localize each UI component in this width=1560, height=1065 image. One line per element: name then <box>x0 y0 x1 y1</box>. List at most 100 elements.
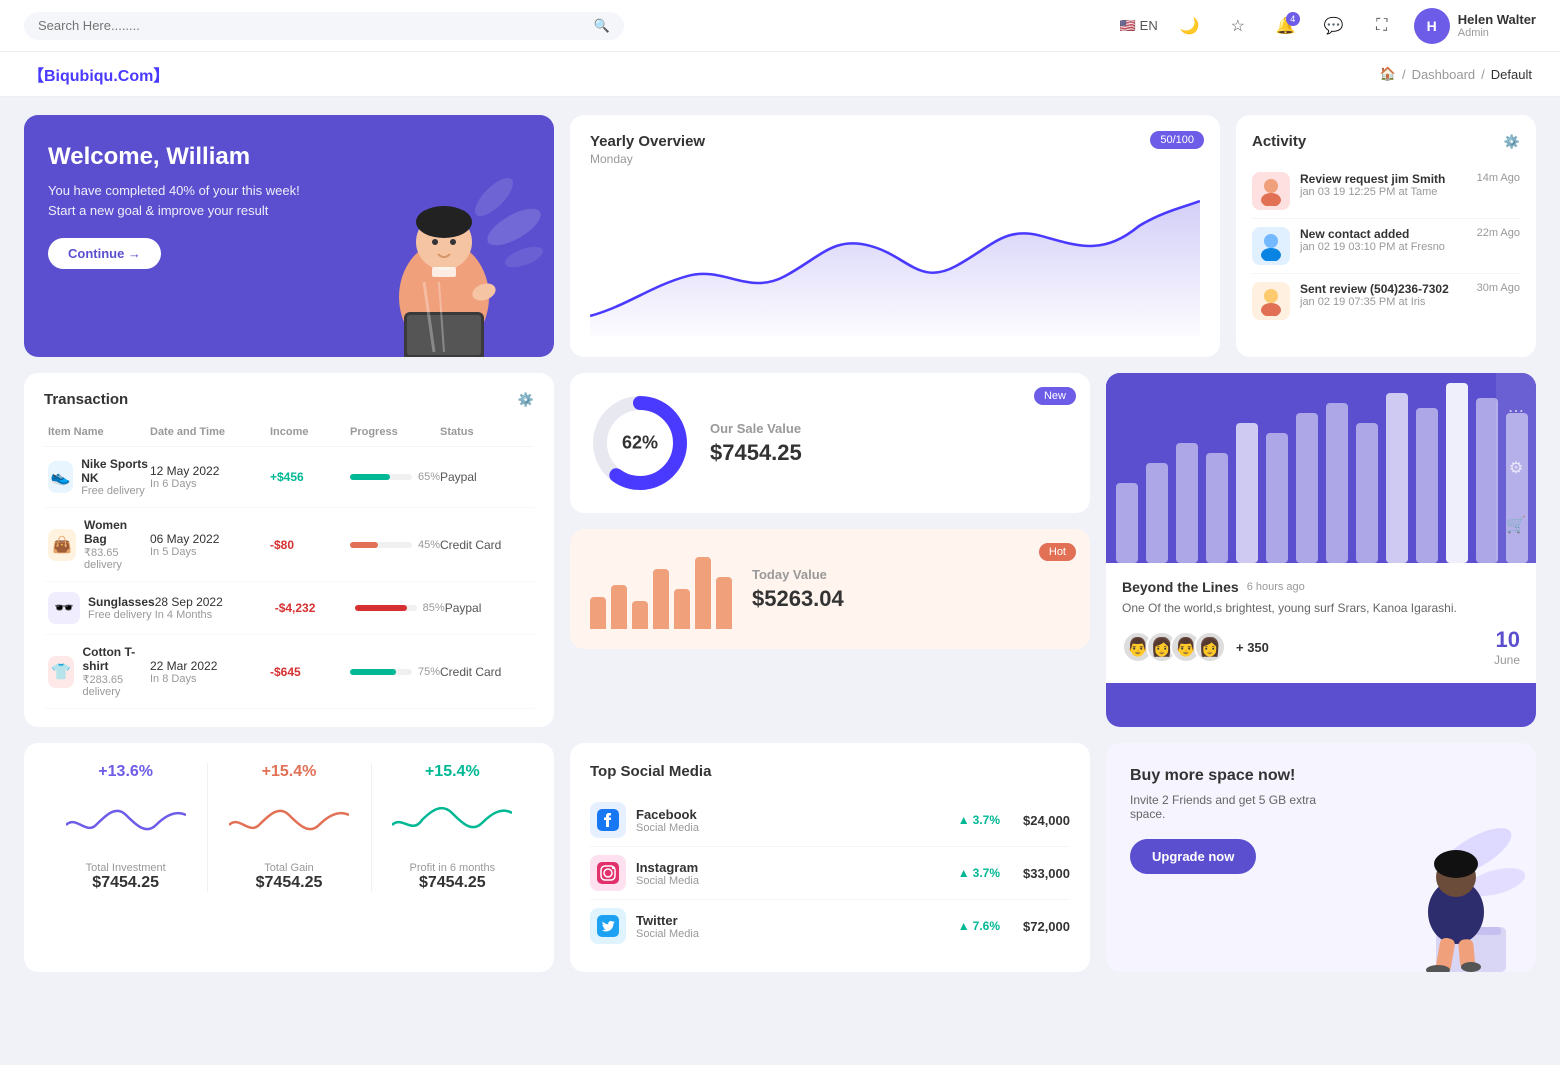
item-name-2: Women Bag <box>84 518 150 546</box>
beyond-card: ⋯ ⚙ 🛒 Beyond the Lines 6 hours ago One O… <box>1106 373 1536 727</box>
activity-list: Review request jim Smith jan 03 19 12:25… <box>1252 164 1520 328</box>
activity-title: Activity <box>1252 133 1306 150</box>
user-menu[interactable]: H Helen Walter Admin <box>1414 8 1536 44</box>
upgrade-button[interactable]: Upgrade now <box>1130 839 1256 874</box>
social-item-instagram: Instagram Social Media ▲ 3.7% $33,000 <box>590 847 1070 900</box>
yearly-title: Yearly Overview <box>590 133 1200 150</box>
item-name-3: Sunglasses <box>88 595 155 609</box>
notification-icon[interactable]: 🔔 4 <box>1270 10 1302 42</box>
stat-wave-1 <box>66 795 186 845</box>
breadcrumb-default[interactable]: Default <box>1491 67 1532 82</box>
home-icon: 🏠 <box>1380 66 1396 82</box>
today-bar <box>653 569 669 629</box>
beyond-gear-icon[interactable]: ⚙ <box>1509 458 1523 478</box>
datesub-1: In 6 Days <box>150 478 270 490</box>
social-item-twitter: Twitter Social Media ▲ 7.6% $72,000 <box>590 900 1070 952</box>
transaction-settings-icon[interactable]: ⚙️ <box>518 392 534 408</box>
today-value-card: Hot Today Value $5263.04 <box>570 529 1090 649</box>
beyond-footer: 👨 👩 👨 👩 + 350 10 June <box>1122 627 1520 667</box>
instagram-name: Instagram <box>636 860 948 875</box>
sale-info: Our Sale Value $7454.25 <box>710 421 802 466</box>
favorites-icon[interactable]: ☆ <box>1222 10 1254 42</box>
stat-amount-2: $7454.25 <box>207 874 370 892</box>
transaction-title: Transaction <box>44 391 128 408</box>
today-bar <box>674 589 690 629</box>
today-bar <box>632 601 648 629</box>
item-icon-3: 🕶️ <box>48 592 80 624</box>
avatar-4: 👩 <box>1194 631 1226 663</box>
fullscreen-icon[interactable]: ⛶ <box>1366 10 1398 42</box>
donut-label: 62% <box>622 433 658 454</box>
beyond-chart: ⋯ ⚙ 🛒 <box>1106 373 1536 563</box>
activity-info-1: Review request jim Smith jan 03 19 12:25… <box>1300 172 1467 198</box>
today-bar <box>611 585 627 629</box>
prog-pct-1: 65% <box>418 471 440 483</box>
search-bar[interactable]: 🔍 <box>24 12 624 40</box>
stat-amount-1: $7454.25 <box>44 874 207 892</box>
social-name-facebook: Facebook Social Media <box>636 807 948 834</box>
stats-card: +13.6% Total Investment $7454.25 +15.4% … <box>24 743 554 972</box>
search-input[interactable] <box>38 18 586 33</box>
today-info: Today Value $5263.04 <box>752 567 844 612</box>
twitter-icon <box>590 908 626 944</box>
language-selector[interactable]: 🇺🇸 EN <box>1119 18 1157 34</box>
messages-icon[interactable]: 💬 <box>1318 10 1350 42</box>
main-content: Welcome, William You have completed 40% … <box>0 97 1560 990</box>
stat-wave-3 <box>392 795 512 845</box>
hot-badge: Hot <box>1039 543 1076 561</box>
transaction-header: Transaction ⚙️ <box>44 391 534 408</box>
social-name-twitter: Twitter Social Media <box>636 913 948 940</box>
activity-title-2: New contact added <box>1300 227 1467 241</box>
instagram-change: ▲ 3.7% <box>958 866 1000 880</box>
social-title: Top Social Media <box>590 763 1070 780</box>
item-icon-4: 👕 <box>48 656 74 688</box>
activity-time-2: 22m Ago <box>1477 227 1520 239</box>
prog-pct-4: 75% <box>418 666 440 678</box>
activity-title-3: Sent review (504)236-7302 <box>1300 282 1467 296</box>
table-row: 👜 Women Bag ₹83.65 delivery 06 May 2022 … <box>44 508 534 582</box>
welcome-svg <box>344 167 544 357</box>
activity-thumb-2 <box>1252 227 1290 265</box>
facebook-icon <box>590 802 626 838</box>
welcome-subtitle: You have completed 40% of your this week… <box>48 181 308 220</box>
donut-chart: 62% <box>590 393 690 493</box>
today-bars <box>590 549 732 629</box>
activity-settings-icon[interactable]: ⚙️ <box>1504 134 1520 150</box>
welcome-card: Welcome, William You have completed 40% … <box>24 115 554 357</box>
instagram-icon <box>590 855 626 891</box>
new-badge: New <box>1034 387 1076 405</box>
continue-button[interactable]: Continue → <box>48 238 161 269</box>
col-progress: Progress <box>350 426 440 438</box>
dark-mode-toggle[interactable]: 🌙 <box>1174 10 1206 42</box>
activity-sub-1: jan 03 19 12:25 PM at Tame <box>1300 186 1467 198</box>
stat-pct-1: +13.6% <box>44 763 207 781</box>
stat-amount-3: $7454.25 <box>371 874 534 892</box>
avatars-row: 👨 👩 👨 👩 + 350 <box>1122 631 1269 663</box>
col-status: Status <box>440 426 530 438</box>
stats-row: +13.6% Total Investment $7454.25 +15.4% … <box>44 763 534 892</box>
notification-badge: 4 <box>1286 12 1300 26</box>
instagram-type: Social Media <box>636 875 948 887</box>
mid-col: New 62% Our Sale Value $7454.25 Hot <box>570 373 1090 727</box>
transaction-card: Transaction ⚙️ Item Name Date and Time I… <box>24 373 554 727</box>
status-4: Credit Card <box>440 665 530 679</box>
stat-item-1: +13.6% Total Investment $7454.25 <box>44 763 207 892</box>
status-1: Paypal <box>440 470 530 484</box>
facebook-change: ▲ 3.7% <box>958 813 1000 827</box>
activity-item: New contact added jan 02 19 03:10 PM at … <box>1252 219 1520 274</box>
status-2: Credit Card <box>440 538 530 552</box>
income-1: +$456 <box>270 470 350 484</box>
beyond-dots-icon[interactable]: ⋯ <box>1508 401 1524 421</box>
row3: +13.6% Total Investment $7454.25 +15.4% … <box>24 743 1536 972</box>
income-3: -$4,232 <box>275 601 355 615</box>
brand-logo[interactable]: 【Biqubiqu.Com】 <box>28 62 169 86</box>
stat-label-2: Total Gain <box>207 862 370 874</box>
breadcrumb-dashboard[interactable]: Dashboard <box>1412 67 1476 82</box>
table-row: 👕 Cotton T-shirt ₹283.65 delivery 22 Mar… <box>44 635 534 709</box>
beyond-cart-icon[interactable]: 🛒 <box>1506 515 1526 535</box>
avatar: H <box>1414 8 1450 44</box>
stat-pct-3: +15.4% <box>371 763 534 781</box>
activity-header: Activity ⚙️ <box>1252 133 1520 150</box>
twitter-amount: $72,000 <box>1010 919 1070 934</box>
activity-time-3: 30m Ago <box>1477 282 1520 294</box>
